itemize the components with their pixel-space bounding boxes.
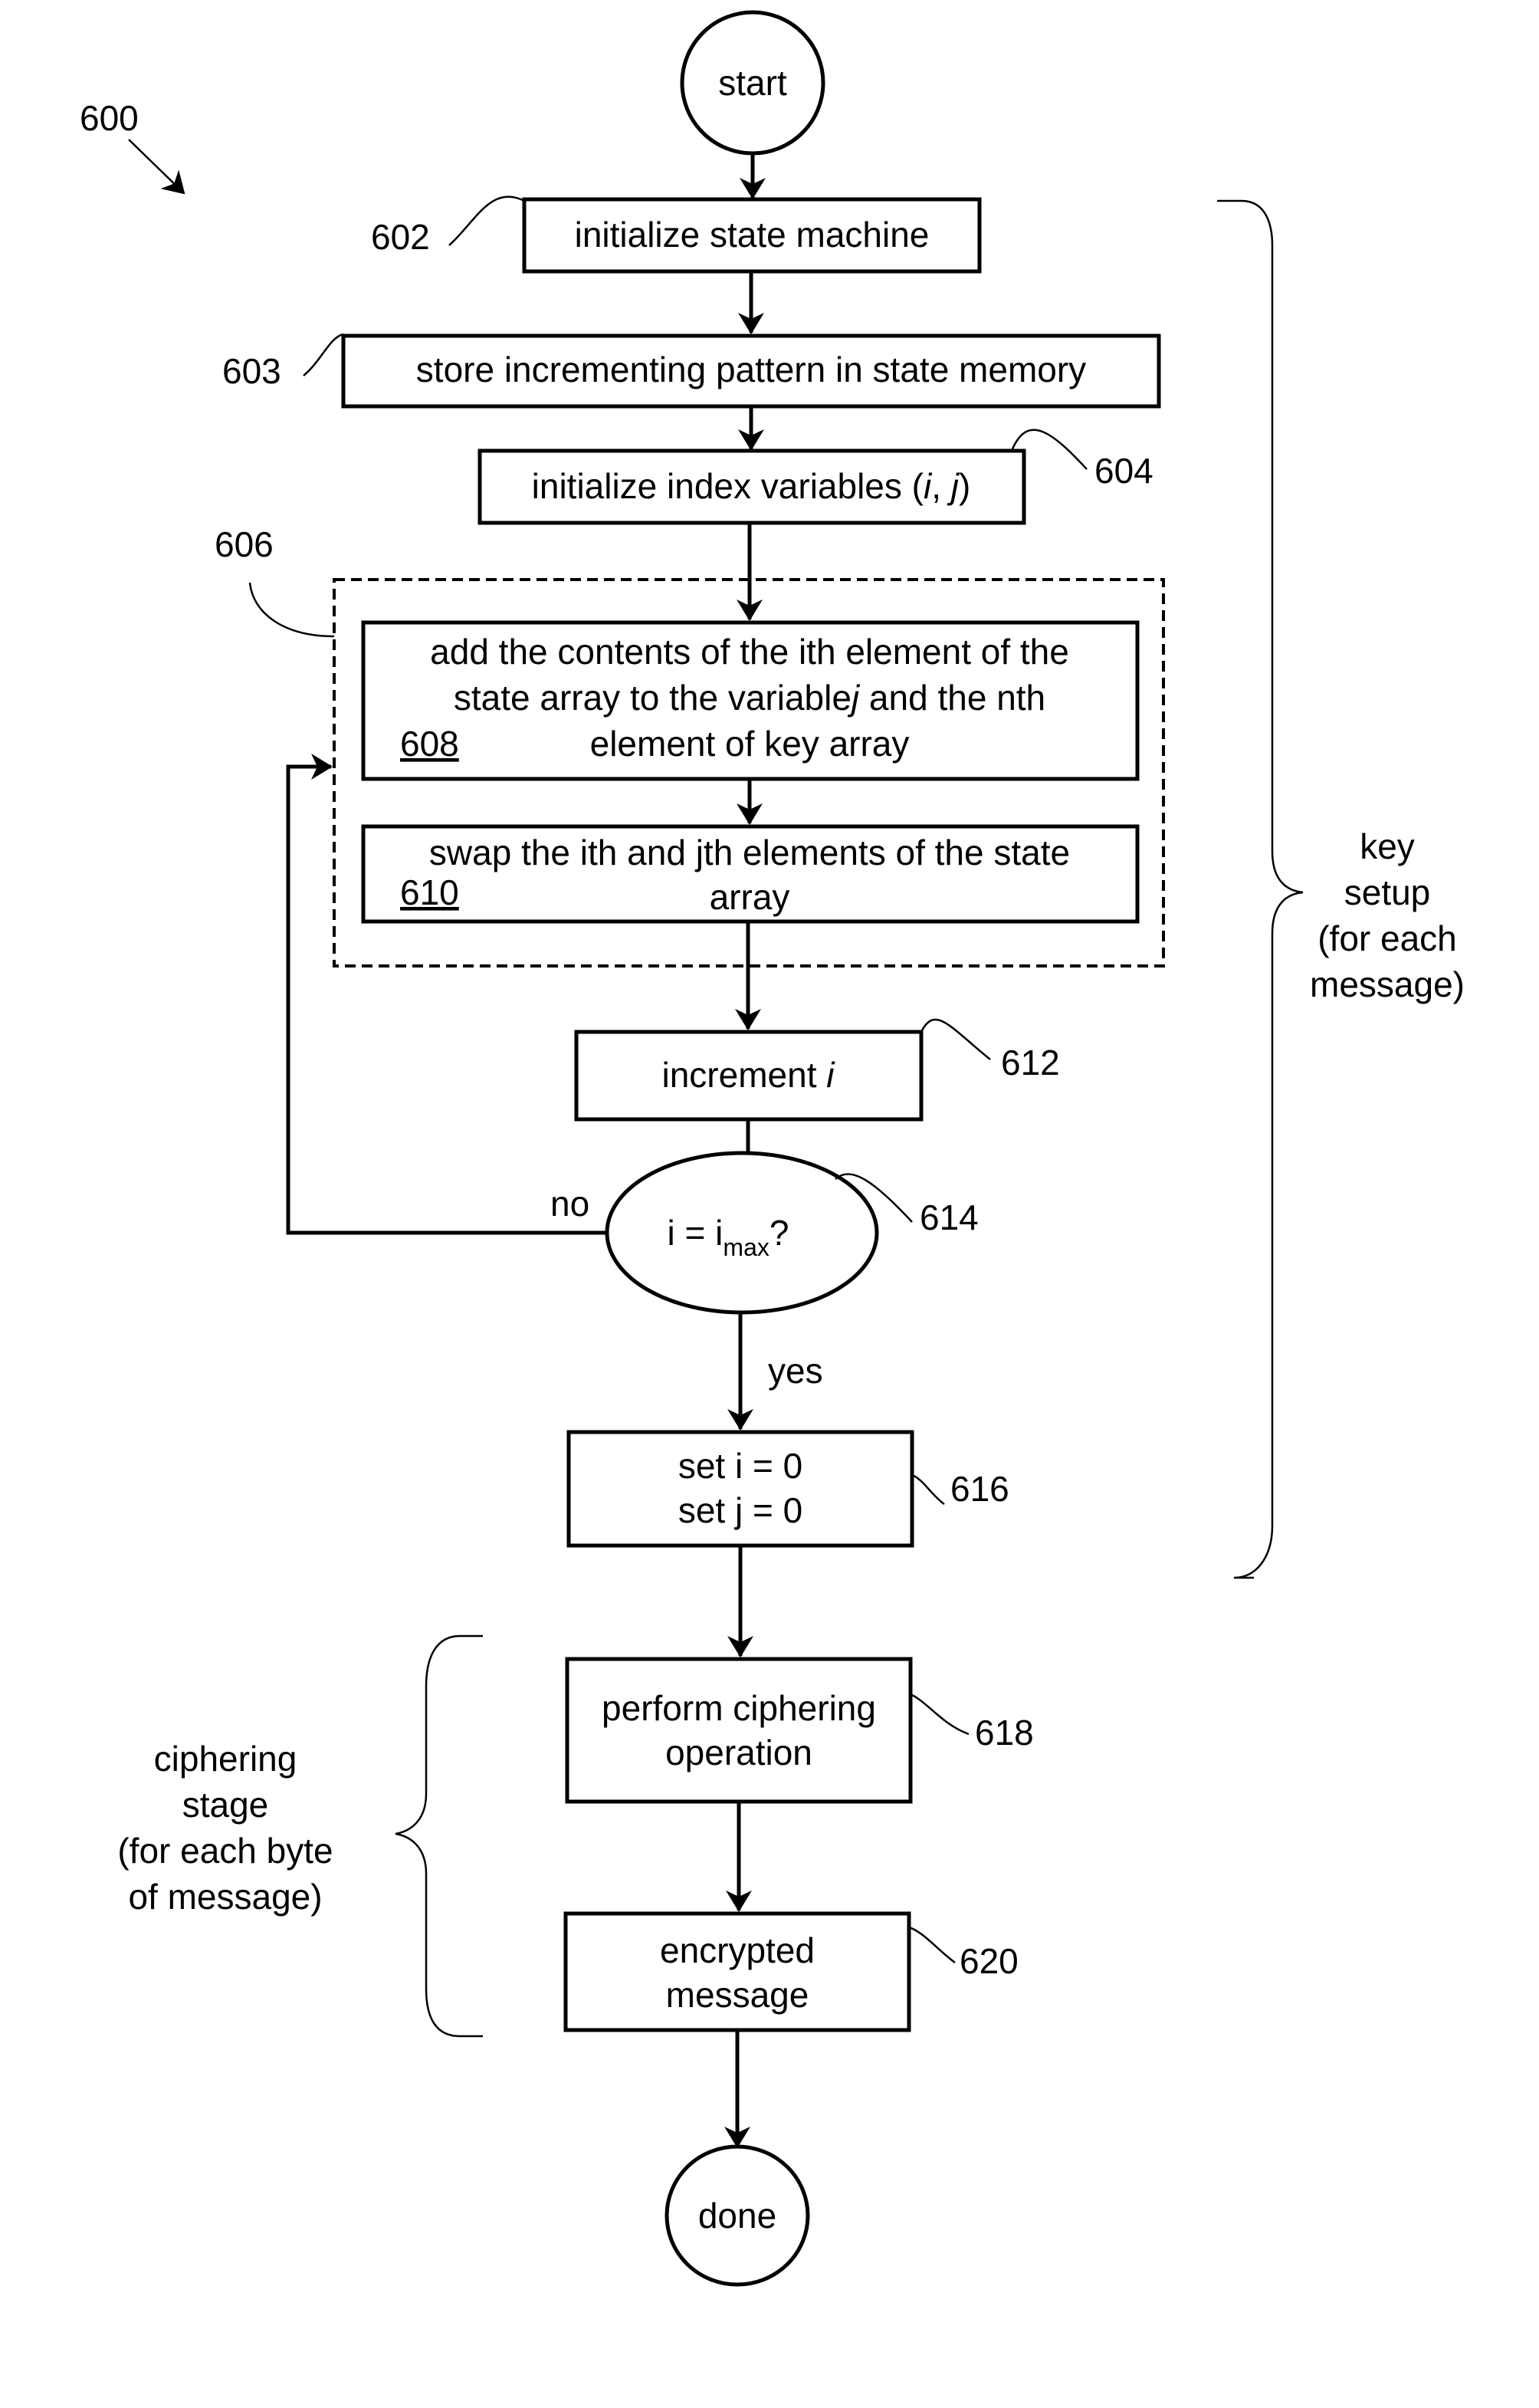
- start-label: start: [718, 63, 787, 103]
- ciphering-bracket: [395, 1634, 483, 2038]
- flowchart-600: 600 start initialize state machine 602 s…: [80, 10, 1465, 2287]
- figure-pointer-arrow: [128, 139, 185, 195]
- step-603-leader: [303, 333, 344, 376]
- step-610-line2: array: [710, 877, 790, 917]
- step-620-line1: encrypted: [660, 1930, 815, 1970]
- step-620-line2: message: [666, 1975, 809, 2015]
- step-604-ref: 604: [1094, 451, 1153, 491]
- step-616-ref: 616: [950, 1469, 1009, 1509]
- step-602-text: initialize state machine: [575, 215, 930, 255]
- step-618-ref: 618: [975, 1713, 1034, 1753]
- step-618-line2: operation: [665, 1733, 812, 1772]
- step-602-leader: [448, 195, 525, 246]
- key-setup-line4: message): [1310, 964, 1465, 1004]
- step-612-ref: 612: [1001, 1043, 1060, 1082]
- step-608-line2: state array to the variablej and the nth: [454, 678, 1045, 718]
- decision-614-ref: 614: [920, 1197, 979, 1237]
- key-setup-line3: (for each: [1318, 918, 1457, 958]
- step-610-ref: 610: [400, 872, 459, 912]
- step-612-leader: [920, 1018, 991, 1060]
- step-618-leader: [910, 1693, 970, 1736]
- step-616-line2: set j = 0: [678, 1490, 802, 1530]
- step-603-text: store incrementing pattern in state memo…: [416, 350, 1086, 389]
- step-620-leader: [908, 1926, 956, 1964]
- step-608-ref: 608: [400, 724, 459, 764]
- step-616-line1: set i = 0: [678, 1446, 802, 1486]
- no-label: no: [550, 1184, 589, 1224]
- ciphering-line1: ciphering: [154, 1739, 297, 1779]
- step-618-line1: perform ciphering: [602, 1688, 876, 1728]
- ciphering-line2: stage: [182, 1785, 269, 1825]
- yes-label: yes: [768, 1351, 823, 1391]
- figure-number: 600: [80, 98, 139, 138]
- key-setup-line2: setup: [1344, 872, 1431, 912]
- group-606-leader: [248, 582, 335, 638]
- step-620-ref: 620: [960, 1941, 1019, 1981]
- ciphering-line4: of message): [128, 1877, 322, 1917]
- step-603-ref: 603: [222, 351, 281, 391]
- key-setup-line1: key: [1360, 826, 1415, 866]
- step-610-line1: swap the ith and jth elements of the sta…: [429, 833, 1070, 872]
- step-612-text: increment i: [662, 1055, 836, 1095]
- step-608-line3: element of key array: [590, 724, 910, 764]
- step-604-text: initialize index variables (i, j): [532, 466, 971, 506]
- step-616-leader: [911, 1473, 945, 1506]
- group-606-ref: 606: [215, 524, 274, 564]
- step-602-ref: 602: [371, 217, 430, 257]
- key-setup-bracket: [1217, 199, 1304, 1579]
- step-618-box: [565, 1657, 913, 1804]
- ciphering-line3: (for each byte: [117, 1831, 333, 1871]
- step-608-line1: add the contents of the ith element of t…: [430, 632, 1069, 672]
- done-label: done: [698, 2196, 776, 2236]
- decision-614: [605, 1151, 879, 1315]
